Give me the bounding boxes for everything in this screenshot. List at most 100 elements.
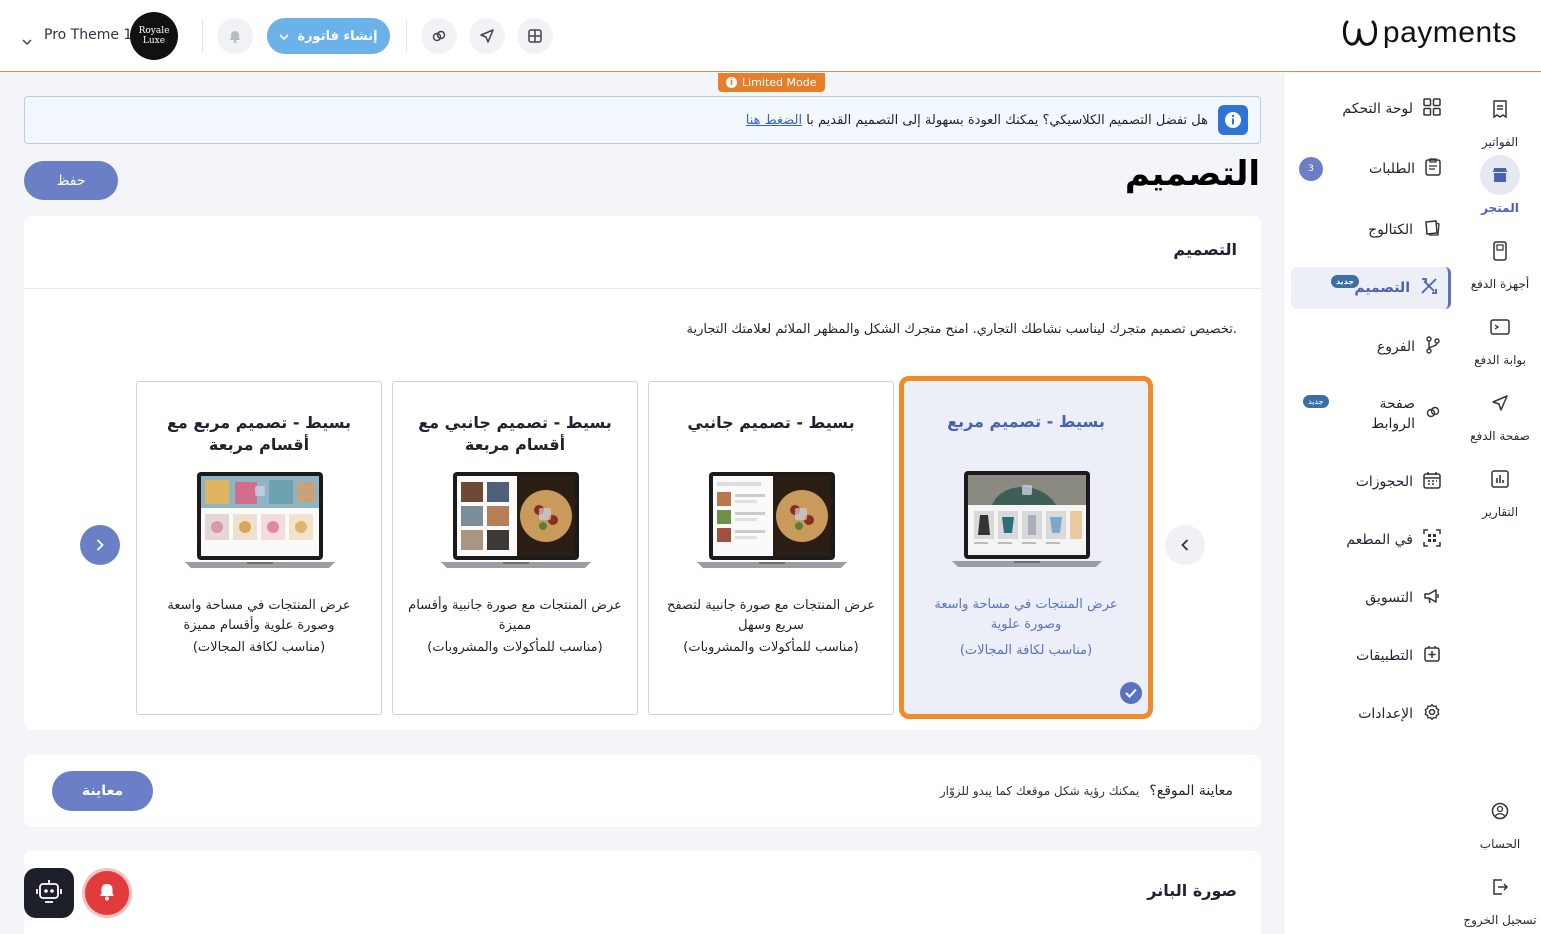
calendar-icon [1423,471,1441,493]
theme-option-side-square-sections[interactable]: بسيط - تصميم جانبي مع أقسام مربعة عرض ال… [392,381,638,715]
send-icon [1480,383,1520,423]
rail-label: بوابة الدفع [1474,353,1526,367]
nav-label: التسويق [1365,590,1413,606]
rail-item-payment-page[interactable]: صفحة الدفع [1459,383,1541,443]
notification-bell-icon[interactable] [217,18,253,54]
nav-item-design[interactable]: جديد التصميم [1291,267,1451,309]
theme-title: بسيط - تصميم جانبي [687,413,855,432]
theme-suitability: (مناسب للمأكولات والمشروبات) [427,640,603,655]
nav-item-apps[interactable]: التطبيقات [1291,635,1451,677]
notifications-float-button[interactable] [82,868,132,918]
create-invoice-label: إنشاء فاتورة [297,28,378,44]
theme-preview-laptop-image [697,472,847,568]
chevron-right-icon [96,536,104,555]
pos-device-icon [1480,231,1520,271]
store-avatar[interactable]: Royale Luxe [130,12,178,60]
design-icon [1420,277,1438,299]
link-icon[interactable] [421,18,457,54]
new-badge: جديد [1331,275,1360,288]
banner-card: صورة البانر [24,851,1261,934]
store-name[interactable]: Pro Theme 1 [44,27,132,43]
theme-title: بسيط - تصميم مربع مع أقسام مربعة [166,413,352,454]
rail-item-logout[interactable]: تسجيل الخروج [1459,867,1541,927]
rail-label: المتجر [1481,201,1519,215]
carousel-prev-button[interactable] [1165,525,1205,565]
avatar-text: Royale [138,26,170,36]
preview-label: يمكنك رؤية شكل موقعك كما يبدو للزوّار مع… [940,783,1233,799]
rail-item-account[interactable]: الحساب [1459,791,1541,851]
theme-title: بسيط - تصميم جانبي مع أقسام مربعة [418,413,612,454]
store-switcher-chevron-icon[interactable] [22,30,32,49]
gateway-icon [1480,307,1520,347]
nav-item-dashboard[interactable]: لوحة التحكم [1291,88,1451,130]
nav-label: الإعدادات [1358,706,1413,722]
apps-icon [1423,645,1441,667]
header-divider [202,20,203,52]
nav-label: الكتالوج [1368,222,1413,238]
orders-icon [1425,158,1441,180]
theme-preview-laptop-image [441,472,591,568]
rail-label: الفواتير [1481,135,1519,149]
logout-icon [1480,867,1520,907]
settings-icon [1423,703,1441,725]
limited-mode-label: Limited Mode [742,76,817,89]
qr-grid-icon[interactable] [517,18,553,54]
classic-design-banner: هل تفضل التصميم الكلاسيكي؟ يمكنك العودة … [24,96,1261,144]
send-icon[interactable] [469,18,505,54]
support-bot-button[interactable] [24,868,74,918]
theme-option-square-square-sections[interactable]: بسيط - تصميم مربع مع أقسام مربعة عرض الم… [136,381,382,715]
payments-logo[interactable]: payments [1341,16,1517,50]
icon-rail: الفواتير المتجر أجهزة الدفع بوابة الدفع … [1459,73,1541,934]
links-icon [1425,404,1441,424]
nav-item-catalog[interactable]: الكتالوج [1291,209,1451,251]
info-icon [1218,105,1248,135]
rail-item-store[interactable]: المتجر [1459,155,1541,215]
nav-item-settings[interactable]: الإعدادات [1291,693,1451,735]
rail-item-invoices[interactable]: الفواتير [1459,89,1541,149]
info-icon: i [726,77,737,88]
top-bar: payments إنشاء فاتورة Royale Luxe Pro The… [0,0,1541,72]
preview-button[interactable]: معاينة [52,771,153,811]
logo-mark-icon [1342,20,1378,46]
theme-option-side[interactable]: بسيط - تصميم جانبي عرض المنتجات مع صورة … [648,381,894,715]
theme-suitability: (مناسب لكافة المجالات) [959,643,1093,658]
preview-card: يمكنك رؤية شكل موقعك كما يبدو للزوّار مع… [24,755,1261,827]
design-card-heading: التصميم [1173,240,1237,259]
design-card-description: تخصيص تصميم متجرك ليناسب نشاطك التجاري. … [686,322,1237,337]
nav-item-marketing[interactable]: التسويق [1291,577,1451,619]
selected-check-icon [1120,682,1142,704]
limited-mode-badge: i Limited Mode [718,73,825,92]
create-invoice-button[interactable]: إنشاء فاتورة [267,18,390,54]
save-button[interactable]: حفظ [24,161,118,200]
theme-suitability: (مناسب لكافة المجالات) [192,640,326,655]
theme-preview-laptop-image [185,472,335,568]
nav-label: التطبيقات [1356,648,1413,664]
classic-design-link[interactable]: الضغط هنا [746,113,802,128]
theme-option-square[interactable]: بسيط - تصميم مربع عرض المنتجات في مساحة … [899,376,1153,719]
account-icon [1480,791,1520,831]
rail-item-reports[interactable]: التقارير [1459,459,1541,519]
new-badge: جديد [1303,395,1329,408]
rail-item-pos-devices[interactable]: أجهزة الدفع [1459,231,1541,291]
nav-item-orders[interactable]: 3 الطلبات [1291,148,1451,190]
classic-design-message: هل تفضل التصميم الكلاسيكي؟ يمكنك العودة … [806,112,1208,128]
avatar-text: Luxe [142,36,166,46]
nav-item-in-restaurant[interactable]: في المطعم [1291,519,1451,561]
branches-icon [1425,336,1441,358]
nav-item-link-page[interactable]: جديد صفحة الروابط [1291,393,1451,435]
nav-item-bookings[interactable]: الحجوزات [1291,461,1451,503]
theme-title: بسيط - تصميم مربع [947,412,1105,431]
preview-hint: يمكنك رؤية شكل موقعك كما يبدو للزوّار [939,784,1140,798]
nav-label: التصميم [1354,280,1410,296]
nav-item-branches[interactable]: الفروع [1291,326,1451,368]
dashboard-icon [1423,98,1441,120]
page-title: التصميم [1124,154,1260,194]
theme-description: عرض المنتجات مع صورة جانبية لتصفح سريع و… [666,598,876,633]
store-icon [1480,155,1520,195]
rail-item-payment-gateway[interactable]: بوابة الدفع [1459,307,1541,367]
classic-design-text: هل تفضل التصميم الكلاسيكي؟ يمكنك العودة … [746,113,1208,128]
theme-description: عرض المنتجات مع صورة جانبية وأقسام مميزة [408,598,622,633]
carousel-next-button[interactable] [80,525,120,565]
nav-label: في المطعم [1346,532,1413,548]
banner-card-heading: صورة البانر [1147,881,1237,900]
